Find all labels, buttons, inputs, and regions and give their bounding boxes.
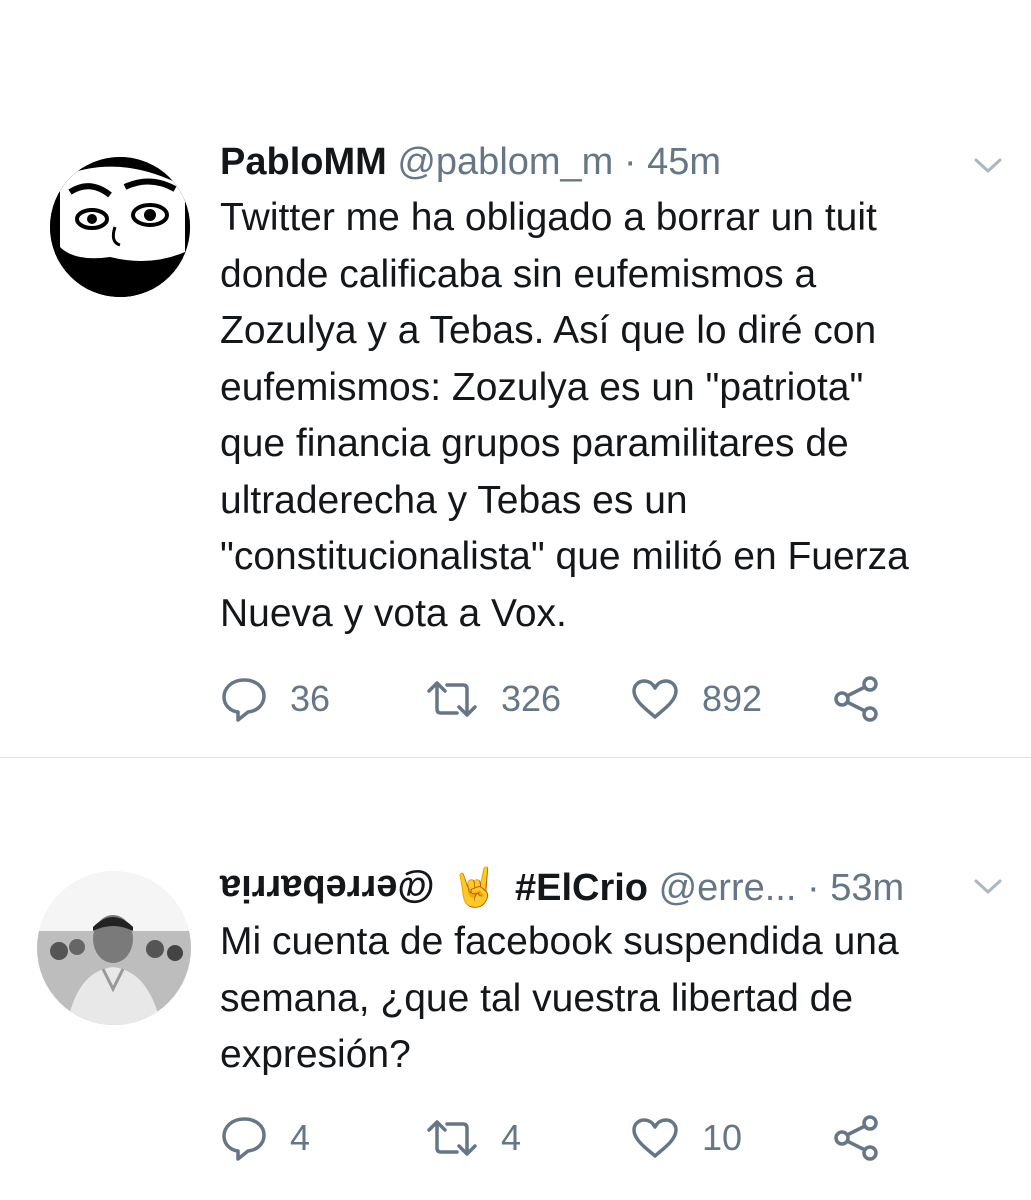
reply-icon (222, 1117, 266, 1161)
separator: · (623, 141, 637, 183)
tweet-header: @errebarria 🤘 #ElCrio @erre... · 53m (220, 866, 904, 910)
display-name[interactable]: PabloMM (220, 141, 387, 183)
display-name[interactable]: #ElCrio (515, 867, 648, 909)
tweet-text: Twitter me ha obligado a borrar un tuit … (220, 196, 909, 635)
chevron-down-icon[interactable] (973, 877, 1003, 897)
separator: · (806, 867, 820, 909)
handle[interactable]: @pablom_m (397, 141, 613, 183)
display-name-flipped[interactable]: @errebarria (220, 866, 435, 910)
timestamp[interactable]: 53m (830, 867, 904, 909)
like-button[interactable]: 10 (630, 1113, 742, 1163)
like-count: 10 (702, 1117, 743, 1158)
avatar[interactable] (37, 871, 191, 1025)
retweet-count: 4 (501, 1117, 522, 1158)
like-count: 892 (702, 678, 763, 719)
like-button[interactable]: 892 (630, 674, 762, 724)
chevron-down-icon[interactable] (973, 156, 1003, 176)
avatar-photo (37, 871, 191, 1025)
tweet[interactable]: @errebarria 🤘 #ElCrio @erre... · 53m Mi … (0, 758, 1031, 1200)
reply-button[interactable]: 4 (220, 1113, 310, 1163)
share-icon (834, 676, 878, 722)
heart-icon (632, 1118, 678, 1158)
share-button[interactable] (832, 1113, 882, 1163)
retweet-icon (427, 1120, 477, 1156)
share-button[interactable] (832, 674, 882, 724)
avatar-illustration (50, 157, 190, 297)
tweet-actions: 4 4 10 (220, 1113, 920, 1163)
reply-icon (222, 678, 266, 722)
tweet-header: PabloMM @pablom_m · 45m (220, 140, 721, 184)
reply-count: 36 (290, 678, 331, 719)
heart-icon (632, 679, 678, 719)
avatar[interactable] (50, 157, 190, 297)
tweet-text: Mi cuenta de facebook suspendida una sem… (220, 920, 899, 1076)
reply-button[interactable]: 36 (220, 674, 330, 724)
timestamp[interactable]: 45m (647, 141, 721, 183)
sign-of-the-horns-icon: 🤘 (451, 867, 499, 909)
share-icon (834, 1115, 878, 1161)
retweet-icon (427, 681, 477, 717)
handle[interactable]: @erre... (659, 867, 797, 909)
tweet-actions: 36 326 892 (220, 674, 920, 724)
retweet-button[interactable]: 4 (425, 1113, 521, 1163)
tweet[interactable]: PabloMM @pablom_m · 45m Twitter me ha ob… (0, 0, 1031, 757)
retweet-button[interactable]: 326 (425, 674, 561, 724)
retweet-count: 326 (501, 678, 562, 719)
reply-count: 4 (290, 1117, 311, 1158)
